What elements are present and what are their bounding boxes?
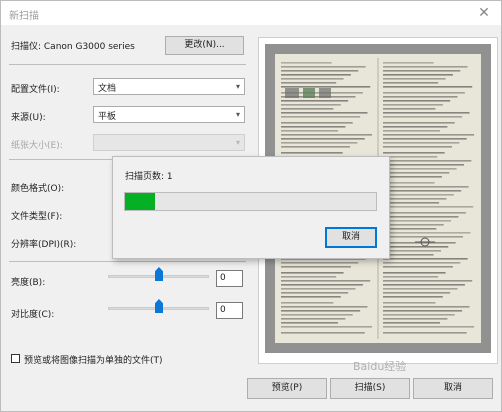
- profile-dropdown[interactable]: 文档 ▾: [93, 78, 245, 95]
- paper-size-dropdown[interactable]: ▾: [93, 134, 245, 151]
- source-dropdown[interactable]: 平板 ▾: [93, 106, 245, 123]
- contrast-input[interactable]: 0: [216, 302, 243, 319]
- cancel-button[interactable]: 取消: [413, 378, 493, 399]
- close-icon[interactable]: ✕: [473, 3, 495, 23]
- new-scan-window: 新扫描 ✕ 扫描仪: Canon G3000 series 更改(N)... 配…: [0, 0, 502, 412]
- watermark: Baidu经验: [353, 360, 407, 373]
- profile-label: 配置文件(I):: [11, 85, 60, 95]
- paper-size-label: 纸张大小(E):: [11, 141, 63, 151]
- scanner-label: 扫描仪: Canon G3000 series: [11, 42, 135, 52]
- brightness-slider-thumb[interactable]: [155, 267, 163, 281]
- chevron-down-icon: ▾: [235, 110, 240, 119]
- separate-files-label: 预览或将图像扫描为单独的文件(T): [24, 356, 163, 366]
- file-type-label: 文件类型(F):: [11, 212, 63, 222]
- contrast-slider-thumb[interactable]: [155, 299, 163, 313]
- divider: [9, 261, 246, 262]
- color-format-label: 颜色格式(O):: [11, 184, 65, 194]
- profile-value: 文档: [98, 84, 117, 94]
- scan-progress-dialog: 扫描页数: 1 取消: [112, 156, 390, 259]
- scan-progress-bar: [124, 192, 377, 211]
- brightness-label: 亮度(B):: [11, 278, 46, 288]
- chevron-down-icon: ▾: [235, 138, 240, 147]
- chevron-down-icon: ▾: [235, 82, 240, 91]
- contrast-label: 对比度(C):: [11, 310, 55, 320]
- brightness-input[interactable]: 0: [216, 270, 243, 287]
- divider: [9, 159, 113, 160]
- pages-scanned-label: 扫描页数: 1: [125, 172, 173, 182]
- source-value: 平板: [98, 112, 117, 122]
- change-scanner-button[interactable]: 更改(N)...: [165, 36, 244, 55]
- resolution-label: 分辨率(DPI)(R):: [11, 240, 77, 250]
- progress-cancel-button[interactable]: 取消: [325, 227, 377, 248]
- title-bar: 新扫描 ✕: [1, 1, 501, 25]
- divider: [9, 64, 246, 65]
- preview-button[interactable]: 预览(P): [247, 378, 327, 399]
- scan-progress-fill: [125, 193, 155, 210]
- window-title: 新扫描: [9, 11, 39, 22]
- source-label: 来源(U):: [11, 113, 46, 123]
- scan-button[interactable]: 扫描(S): [330, 378, 410, 399]
- separate-files-checkbox[interactable]: [11, 354, 20, 363]
